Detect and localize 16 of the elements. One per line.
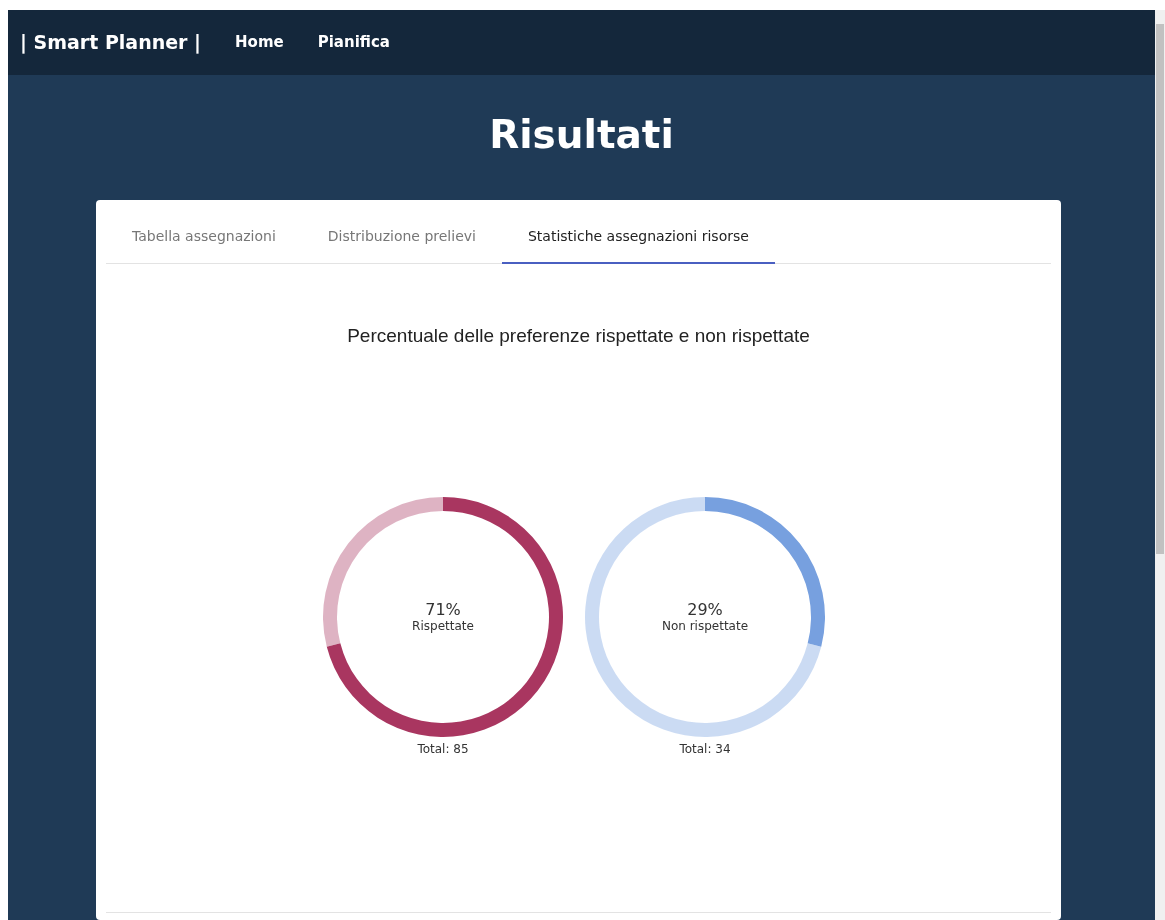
- nav-link[interactable]: Home: [235, 31, 284, 54]
- scrollbar-thumb[interactable]: [1156, 24, 1164, 554]
- gauge-label: Non rispettate: [661, 618, 749, 633]
- percent-value: 71%: [425, 600, 461, 619]
- tab[interactable]: Statistiche assegnazioni risorse: [501, 212, 775, 264]
- tab[interactable]: Distribuzione prelievi: [301, 212, 502, 264]
- chart-title: Percentuale delle preferenze rispettate e non rispettate: [346, 324, 811, 348]
- page-title: Risultati: [489, 111, 674, 159]
- total-label: Total: 85: [417, 740, 469, 758]
- brand-title[interactable]: | Smart Planner |: [20, 28, 202, 57]
- nav-link[interactable]: Pianifica: [317, 31, 390, 54]
- total-label: Total: 34: [679, 740, 731, 758]
- percent-value: 29%: [687, 600, 723, 619]
- scrollbar[interactable]: [1155, 10, 1165, 920]
- gauge-label: Rispettate: [412, 618, 474, 633]
- tab[interactable]: Tabella assegnazioni: [106, 212, 302, 264]
